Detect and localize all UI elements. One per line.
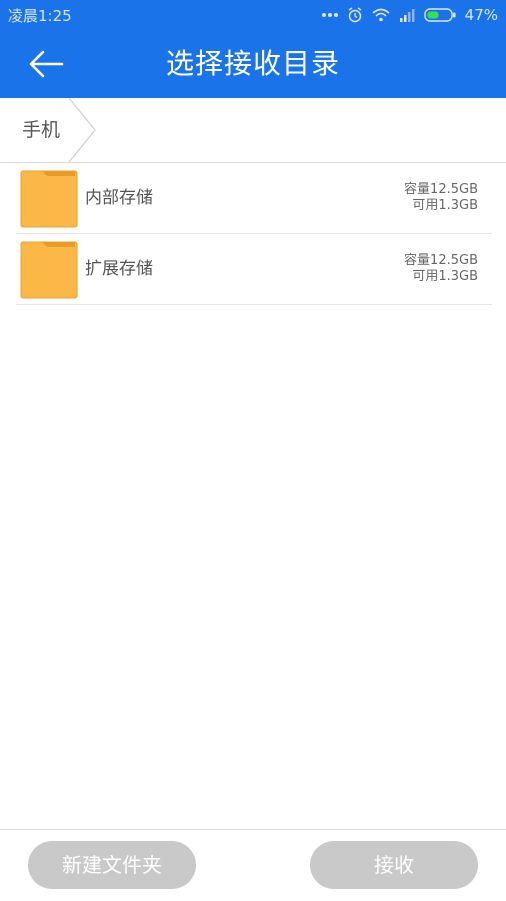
alarm-icon [348,7,362,23]
list-item-meta: 容量12.5GB 可用1.3GB [404,182,478,214]
more-dots-icon [321,13,338,17]
list-item-name: 内部存储 [85,188,153,208]
folder-icon [20,241,78,299]
status-time: 凌晨1:25 [8,7,72,25]
battery-icon [423,8,456,22]
bottom-action-bar: 新建文件夹 接收 [0,829,506,901]
folder-icon [20,170,78,228]
breadcrumb-item-phone[interactable]: 手机 [0,98,98,162]
status-bar: 凌晨1:25 47% [0,0,506,30]
capacity-text: 容量12.5GB [404,182,478,197]
available-text: 可用1.3GB [412,198,478,213]
storage-list: 内部存储 容量12.5GB 可用1.3GB 扩展存储 容量12.5GB 可用1.… [16,163,492,305]
breadcrumb-label: 手机 [22,119,61,141]
list-item-external-storage[interactable]: 扩展存储 容量12.5GB 可用1.3GB [16,234,492,305]
app-bar: 选择接收目录 [0,30,506,98]
capacity-text: 容量12.5GB [404,253,478,268]
receive-button[interactable]: 接收 [310,841,478,889]
wifi-icon [372,8,390,22]
available-text: 可用1.3GB [412,269,478,284]
back-button[interactable] [26,46,66,82]
battery-level: 47% [464,6,498,24]
breadcrumb-chevron-icon [68,98,96,162]
list-item-name: 扩展存储 [85,259,153,279]
list-item-internal-storage[interactable]: 内部存储 容量12.5GB 可用1.3GB [16,163,492,234]
breadcrumb: 手机 [0,98,506,163]
page-title: 选择接收目录 [165,47,340,80]
new-folder-button[interactable]: 新建文件夹 [28,841,196,889]
signal-icon [399,9,415,22]
list-item-meta: 容量12.5GB 可用1.3GB [404,253,478,285]
back-arrow-icon [29,50,64,78]
status-icons: 47% [321,4,498,26]
